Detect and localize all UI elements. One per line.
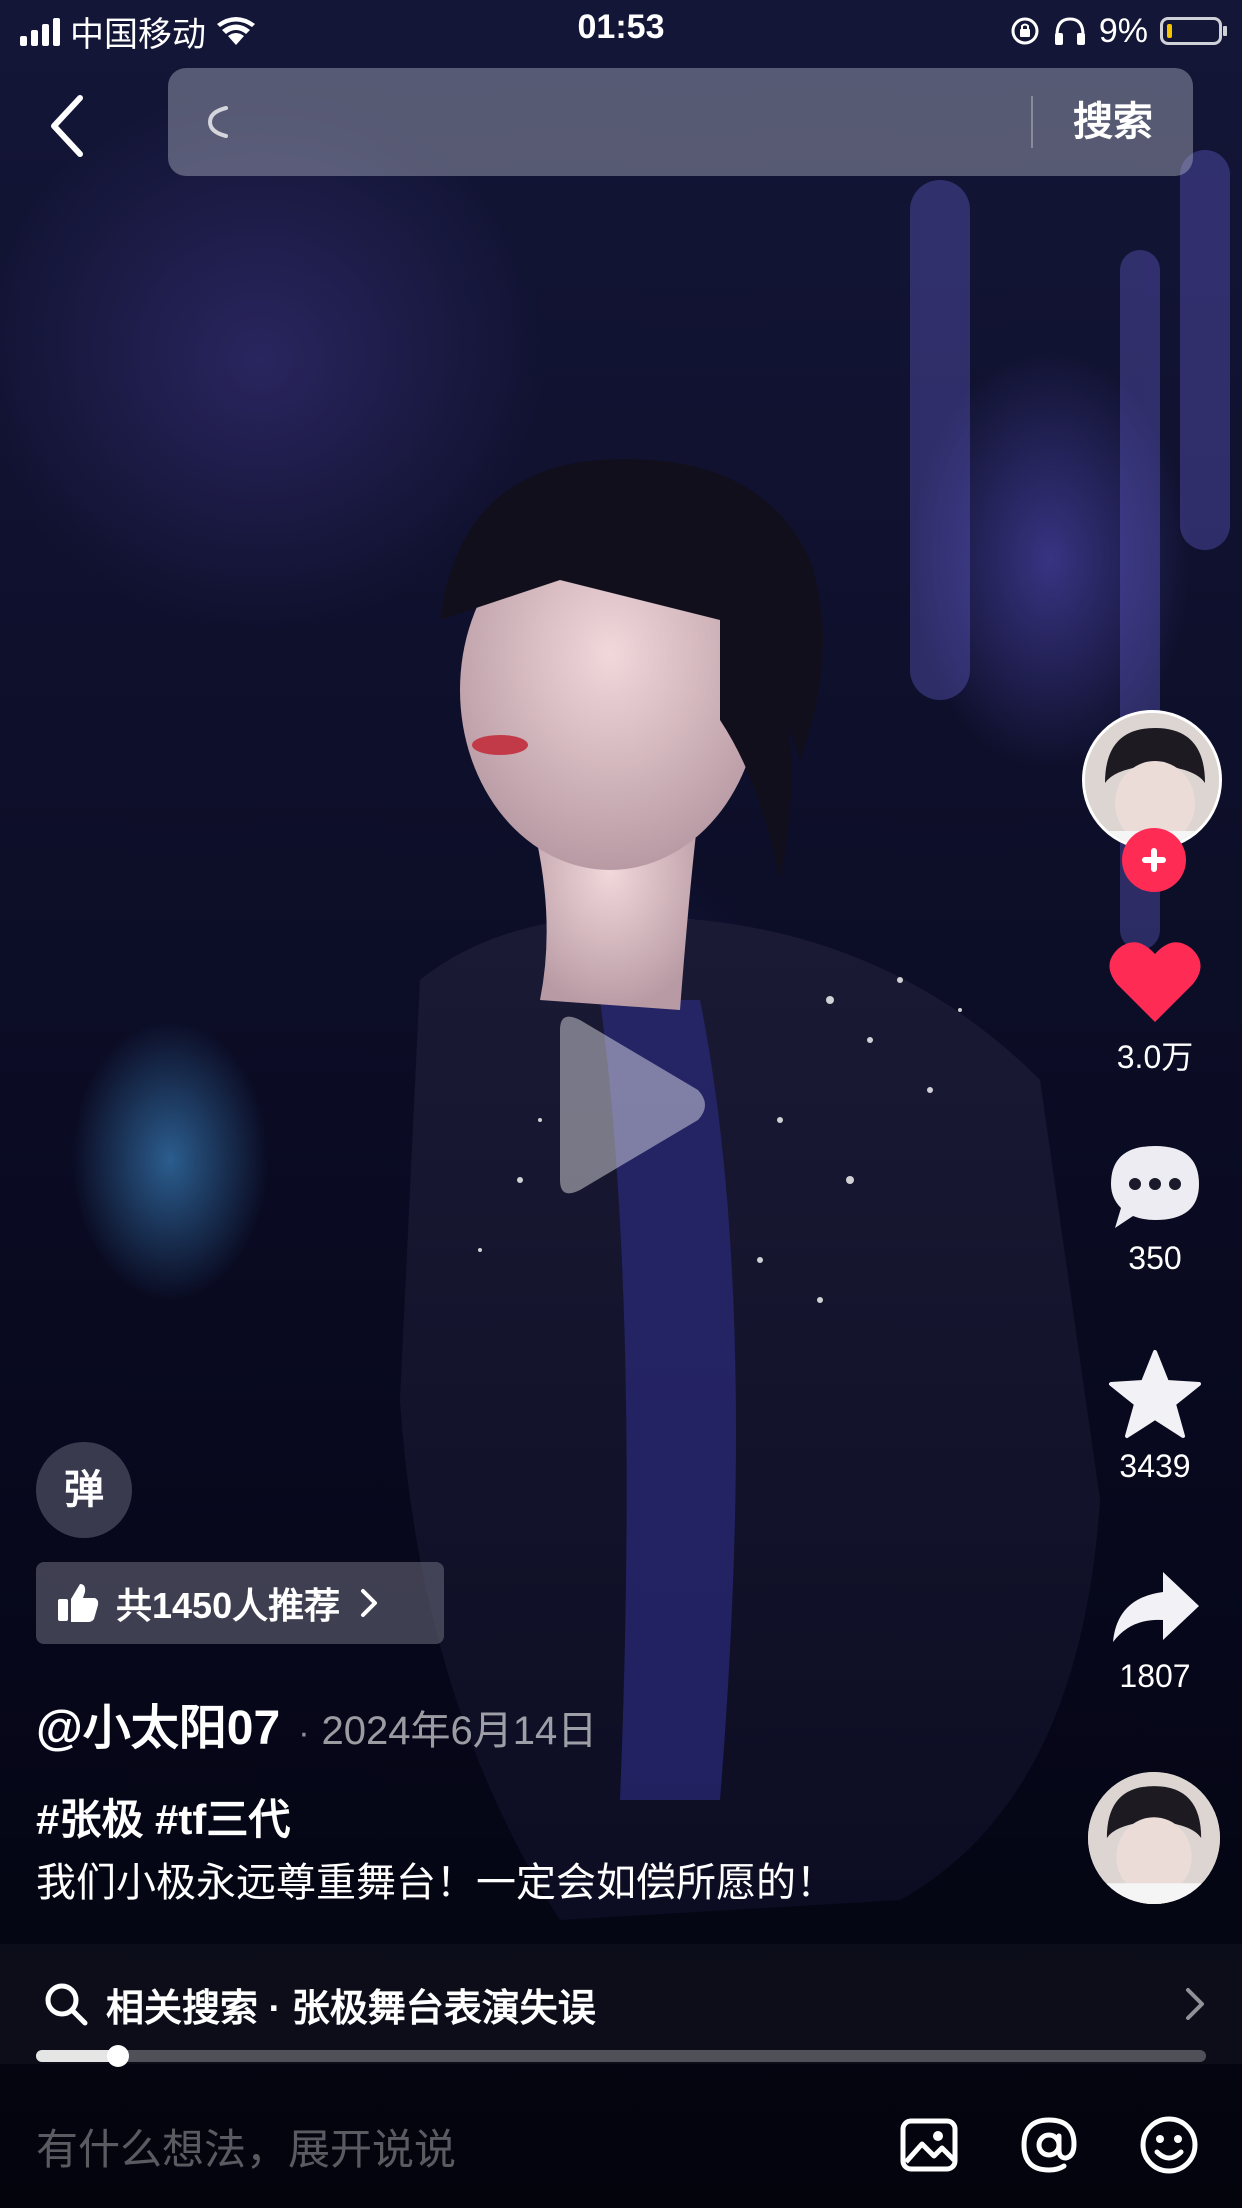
author-avatar-button[interactable] (1082, 710, 1228, 892)
headphones-icon (1054, 17, 1085, 45)
rotation-lock-icon (1011, 17, 1039, 45)
comment-bubble-icon (1111, 1146, 1199, 1228)
search-button[interactable]: 搜索 (1033, 68, 1193, 176)
star-icon (1109, 1350, 1201, 1438)
author-name[interactable]: @小太阳07 (36, 1688, 280, 1758)
battery-percent: 9% (1098, 11, 1148, 50)
image-icon[interactable] (898, 2114, 960, 2176)
separator-dot: · (298, 1714, 310, 1752)
follow-plus-icon[interactable] (1122, 828, 1186, 892)
chevron-right-icon (361, 1589, 378, 1617)
music-disc-avatar[interactable] (1088, 1772, 1220, 1904)
like-count: 3.0万 (1116, 1039, 1194, 1075)
share-button[interactable]: 1807 (1090, 1566, 1220, 1695)
author-line: @小太阳07 · 2024年6月14日 (36, 1688, 597, 1758)
danmu-toggle-button[interactable]: 弹 (36, 1442, 132, 1538)
post-date: 2024年6月14日 (321, 1709, 598, 1753)
share-arrow-icon (1113, 1572, 1199, 1642)
video-player-screen[interactable]: 中国移动 01:53 9% 搜索 3.0万 350 3439 1807 弹 共1… (0, 0, 1242, 2208)
thumbs-up-icon (58, 1584, 99, 1622)
battery-icon (1160, 17, 1227, 45)
progress-knob[interactable] (106, 2045, 129, 2067)
video-progress-bar[interactable] (36, 2045, 1206, 2067)
comment-count: 350 (1128, 1240, 1182, 1276)
status-bar: 中国移动 01:53 9% (0, 0, 1242, 62)
comment-input-placeholder[interactable]: 有什么想法，展开说说 (36, 2116, 456, 2177)
play-icon[interactable] (540, 1010, 710, 1200)
search-icon (45, 1983, 88, 2026)
comment-input-bar[interactable]: 有什么想法，展开说说 (0, 2090, 1242, 2208)
heart-icon (1109, 942, 1201, 1022)
comment-button[interactable]: 350 (1090, 1142, 1220, 1277)
like-button[interactable]: 3.0万 (1090, 938, 1220, 1078)
share-count: 1807 (1119, 1658, 1191, 1694)
video-caption: 我们小极永远尊重舞台！一定会如偿所愿的！ (36, 1861, 836, 1905)
recommend-text: 共1450人推荐 (116, 1585, 341, 1626)
back-arrow-icon[interactable] (40, 88, 100, 164)
related-search-text: 相关搜索 · 张极舞台表演失误 (106, 1987, 596, 2030)
chevron-right-icon (1186, 1988, 1204, 2020)
loading-spinner-icon (207, 106, 228, 138)
emoji-icon[interactable] (1138, 2114, 1200, 2176)
favorite-button[interactable]: 3439 (1090, 1348, 1220, 1485)
related-search-bar[interactable]: 相关搜索 · 张极舞台表演失误 (0, 1944, 1242, 2064)
recommend-pill[interactable]: 共1450人推荐 (36, 1562, 444, 1644)
hashtags[interactable]: #张极 #tf三代 (36, 1786, 290, 1847)
at-mention-icon[interactable] (1018, 2114, 1080, 2176)
favorite-count: 3439 (1119, 1448, 1191, 1484)
progress-fill (36, 2050, 118, 2062)
search-bar[interactable]: 搜索 (168, 68, 1193, 176)
